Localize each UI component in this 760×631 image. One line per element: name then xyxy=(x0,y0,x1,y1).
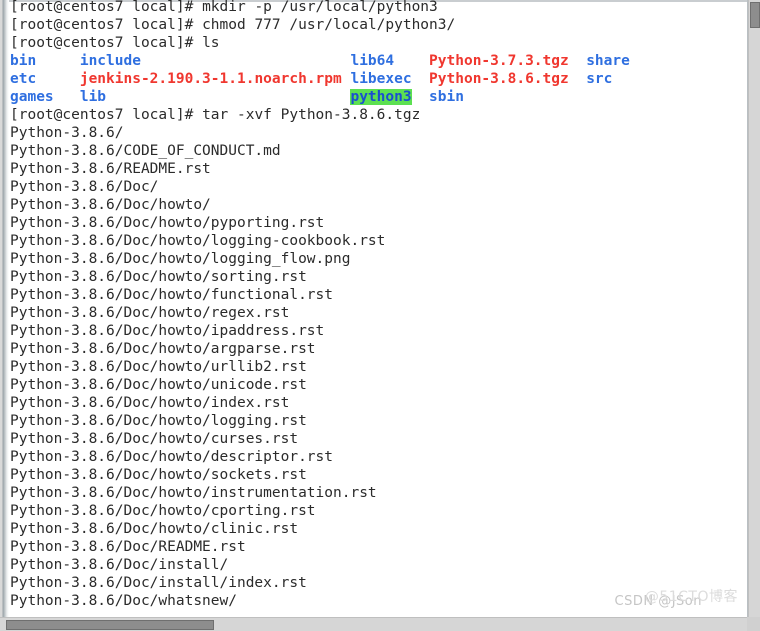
tar-output-line: Python-3.8.6/Doc/howto/logging-cookbook.… xyxy=(10,232,730,250)
tar-output-line: Python-3.8.6/Doc/install/ xyxy=(10,556,730,574)
tar-output-line: Python-3.8.6/Doc/howto/ipaddress.rst xyxy=(10,322,730,340)
ls-entry-lib: lib xyxy=(79,89,351,105)
tar-path: Python-3.8.6/Doc/install/ xyxy=(10,557,229,573)
tar-path: Python-3.8.6/Doc/whatsnew/ xyxy=(10,593,237,609)
ls-entry-lib64: lib64 xyxy=(350,53,430,69)
tar-path: Python-3.8.6/Doc/howto/functional.rst xyxy=(10,287,334,303)
shell-prompt: [root@centos7 local]# xyxy=(10,0,203,15)
tar-output-line: Python-3.8.6/Doc/howto/logging.rst xyxy=(10,412,730,430)
tar-output-line: Python-3.8.6/Doc/howto/argparse.rst xyxy=(10,340,730,358)
tar-output-line: Python-3.8.6/Doc/howto/ xyxy=(10,196,730,214)
ls-entry-Python-3.8.6.tgz: Python-3.8.6.tgz xyxy=(429,71,587,87)
tar-output-line: Python-3.8.6/CODE_OF_CONDUCT.md xyxy=(10,142,730,160)
tar-output-line: Python-3.8.6/README.rst xyxy=(10,160,730,178)
tar-output-line: Python-3.8.6/Doc/howto/descriptor.rst xyxy=(10,448,730,466)
shell-prompt: [root@centos7 local]# xyxy=(10,17,203,33)
tar-path: Python-3.8.6/Doc/howto/descriptor.rst xyxy=(10,449,334,465)
tar-path: Python-3.8.6/Doc/howto/logging.rst xyxy=(10,413,307,429)
tar-path: Python-3.8.6/Doc/howto/sockets.rst xyxy=(10,467,307,483)
ls-entry-libexec: libexec xyxy=(350,71,430,87)
terminal-window: [root@centos7 local]# mkdir -p /usr/loca… xyxy=(0,0,760,631)
tar-path: Python-3.8.6/README.rst xyxy=(10,161,211,177)
tar-output-line: Python-3.8.6/Doc/whatsnew/ xyxy=(10,592,730,610)
tar-output-line: Python-3.8.6/Doc/howto/sockets.rst xyxy=(10,466,730,484)
tar-path: Python-3.8.6/Doc/howto/argparse.rst xyxy=(10,341,316,357)
command-line-tar: [root@centos7 local]# tar -xvf Python-3.… xyxy=(10,106,730,124)
tar-output-line: Python-3.8.6/Doc/README.rst xyxy=(10,538,730,556)
command-text-tar: tar -xvf Python-3.8.6.tgz xyxy=(202,107,421,123)
tar-path: Python-3.8.6/Doc/howto/clinic.rst xyxy=(10,521,299,537)
tar-path: Python-3.8.6/CODE_OF_CONDUCT.md xyxy=(10,143,281,159)
ls-output-row: etc jenkins-2.190.3-1.1.noarch.rpm libex… xyxy=(10,70,730,88)
window-frame-left xyxy=(0,0,9,617)
horizontal-scrollbar[interactable] xyxy=(0,617,760,631)
tar-output-line: Python-3.8.6/Doc/howto/clinic.rst xyxy=(10,520,730,538)
tar-output-line: Python-3.8.6/Doc/howto/logging_flow.png xyxy=(10,250,730,268)
tar-path: Python-3.8.6/ xyxy=(10,125,124,141)
tar-path: Python-3.8.6/Doc/README.rst xyxy=(10,539,246,555)
ls-entry-include: include xyxy=(79,53,351,69)
shell-prompt: [root@centos7 local]# xyxy=(10,107,203,123)
horizontal-scrollbar-thumb[interactable] xyxy=(6,620,214,630)
tar-path: Python-3.8.6/Doc/howto/regex.rst xyxy=(10,305,290,321)
tar-output-line: Python-3.8.6/Doc/howto/curses.rst xyxy=(10,430,730,448)
tar-path: Python-3.8.6/Doc/howto/urllib2.rst xyxy=(10,359,307,375)
command-line-mkdir: [root@centos7 local]# mkdir -p /usr/loca… xyxy=(10,0,730,16)
tar-path: Python-3.8.6/Doc/ xyxy=(10,179,159,195)
ls-output-row: games lib python3 sbin xyxy=(10,88,730,106)
tar-path: Python-3.8.6/Doc/howto/cporting.rst xyxy=(10,503,316,519)
command-line-chmod: [root@centos7 local]# chmod 777 /usr/loc… xyxy=(10,16,730,34)
command-text-ls: ls xyxy=(202,35,220,51)
ls-entry-share: share xyxy=(586,53,630,69)
tar-output-line: Python-3.8.6/Doc/howto/index.rst xyxy=(10,394,730,412)
ls-entry-src: src xyxy=(586,71,613,87)
tar-path: Python-3.8.6/Doc/howto/ xyxy=(10,197,211,213)
ls-output-row: bin include lib64 Python-3.7.3.tgz share xyxy=(10,52,730,70)
command-text-chmod: chmod 777 /usr/local/python3/ xyxy=(202,17,456,33)
scrollbar-corner xyxy=(747,617,760,631)
ls-entry-bin: bin xyxy=(10,53,80,69)
tar-output-line: Python-3.8.6/ xyxy=(10,124,730,142)
ls-entry-Python-3.7.3.tgz: Python-3.7.3.tgz xyxy=(429,53,587,69)
tar-output-line: Python-3.8.6/Doc/howto/sorting.rst xyxy=(10,268,730,286)
tar-path: Python-3.8.6/Doc/howto/pyporting.rst xyxy=(10,215,325,231)
tar-output-line: Python-3.8.6/Doc/howto/regex.rst xyxy=(10,304,730,322)
vertical-scrollbar-thumb[interactable] xyxy=(750,2,760,28)
terminal-screen[interactable]: [root@centos7 local]# mkdir -p /usr/loca… xyxy=(10,0,730,617)
tar-output-line: Python-3.8.6/Doc/howto/cporting.rst xyxy=(10,502,730,520)
tar-output-line: Python-3.8.6/Doc/ xyxy=(10,178,730,196)
tar-output-line: Python-3.8.6/Doc/howto/instrumentation.r… xyxy=(10,484,730,502)
tar-path: Python-3.8.6/Doc/howto/ipaddress.rst xyxy=(10,323,325,339)
tar-output-line: Python-3.8.6/Doc/howto/urllib2.rst xyxy=(10,358,730,376)
tar-path: Python-3.8.6/Doc/howto/unicode.rst xyxy=(10,377,307,393)
tar-output-line: Python-3.8.6/Doc/install/index.rst xyxy=(10,574,730,592)
command-line-ls: [root@centos7 local]# ls xyxy=(10,34,730,52)
tar-path: Python-3.8.6/Doc/install/index.rst xyxy=(10,575,307,591)
command-text-mkdir: mkdir -p /usr/local/python3 xyxy=(202,0,438,15)
tar-output-line: Python-3.8.6/Doc/howto/pyporting.rst xyxy=(10,214,730,232)
ls-entry-python3: python3 xyxy=(350,89,412,105)
vertical-scrollbar[interactable] xyxy=(748,0,760,617)
tar-output-line: Python-3.8.6/Doc/howto/unicode.rst xyxy=(10,376,730,394)
ls-gap xyxy=(412,89,429,105)
ls-entry-games: games xyxy=(10,89,80,105)
shell-prompt: [root@centos7 local]# xyxy=(10,35,203,51)
ls-entry-etc: etc xyxy=(10,71,80,87)
tar-path: Python-3.8.6/Doc/howto/logging_flow.png xyxy=(10,251,351,267)
tar-path: Python-3.8.6/Doc/howto/sorting.rst xyxy=(10,269,307,285)
tar-path: Python-3.8.6/Doc/howto/curses.rst xyxy=(10,431,299,447)
ls-entry-jenkins-2.190.3-1.1.noarch.rpm: jenkins-2.190.3-1.1.noarch.rpm xyxy=(79,71,351,87)
ls-entry-sbin: sbin xyxy=(429,89,464,105)
tar-output-line: Python-3.8.6/Doc/howto/functional.rst xyxy=(10,286,730,304)
tar-path: Python-3.8.6/Doc/howto/logging-cookbook.… xyxy=(10,233,386,249)
tar-path: Python-3.8.6/Doc/howto/instrumentation.r… xyxy=(10,485,377,501)
tar-path: Python-3.8.6/Doc/howto/index.rst xyxy=(10,395,290,411)
